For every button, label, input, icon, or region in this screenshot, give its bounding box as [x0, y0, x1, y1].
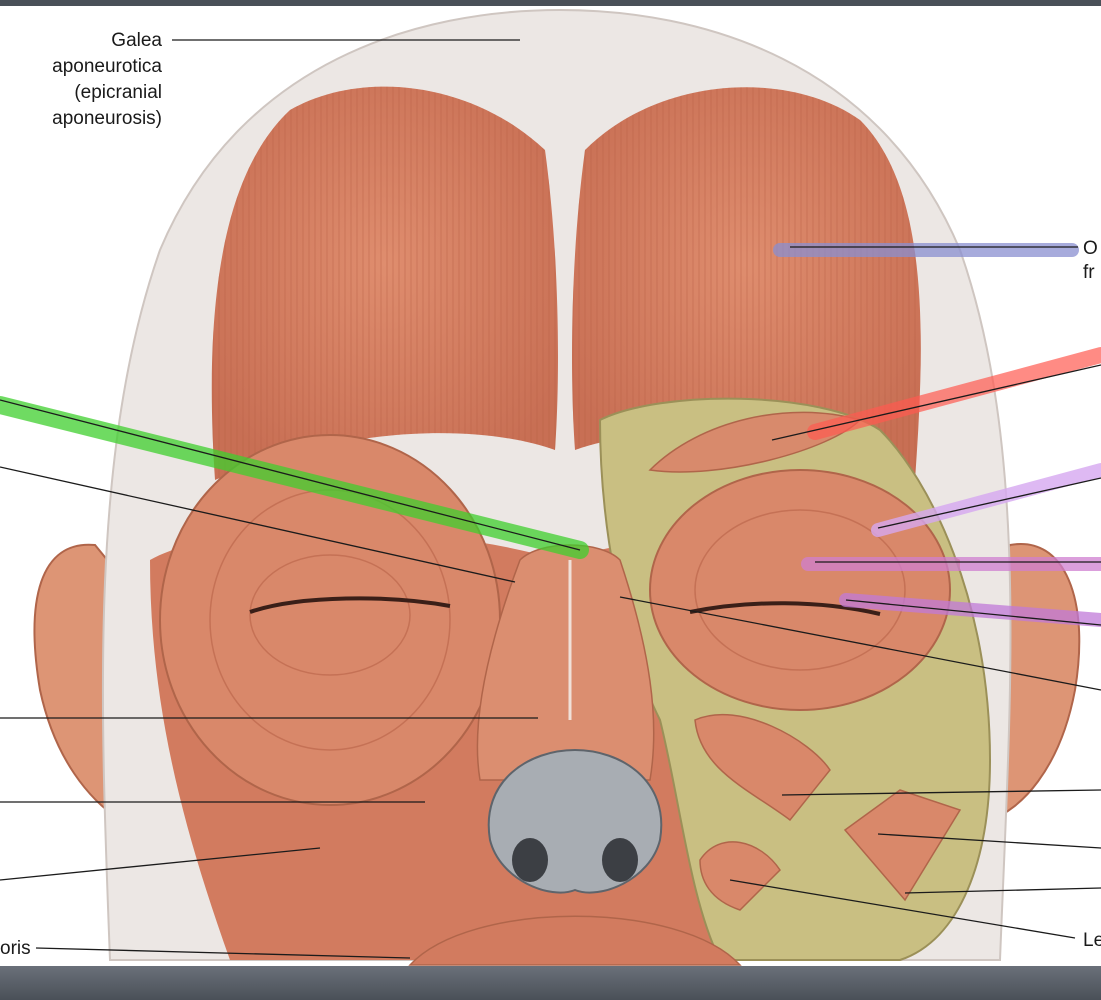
galea-line-1: Galea — [111, 30, 162, 51]
top-bar — [0, 0, 1101, 6]
label-oris: oris — [0, 938, 31, 959]
galea-line-3: (epicranial — [74, 82, 162, 103]
occipitofrontalis-line-2: fr — [1083, 262, 1095, 283]
label-levator: Le — [1083, 930, 1101, 951]
footer-band — [0, 966, 1101, 1000]
facial-muscles-illustration: Galea aponeurotica (epicranial aponeuros… — [0, 0, 1101, 1000]
occipitofrontalis-line-1: O — [1083, 238, 1098, 259]
galea-line-2: aponeurotica — [52, 56, 162, 77]
galea-line-4: aponeurosis) — [52, 108, 162, 129]
